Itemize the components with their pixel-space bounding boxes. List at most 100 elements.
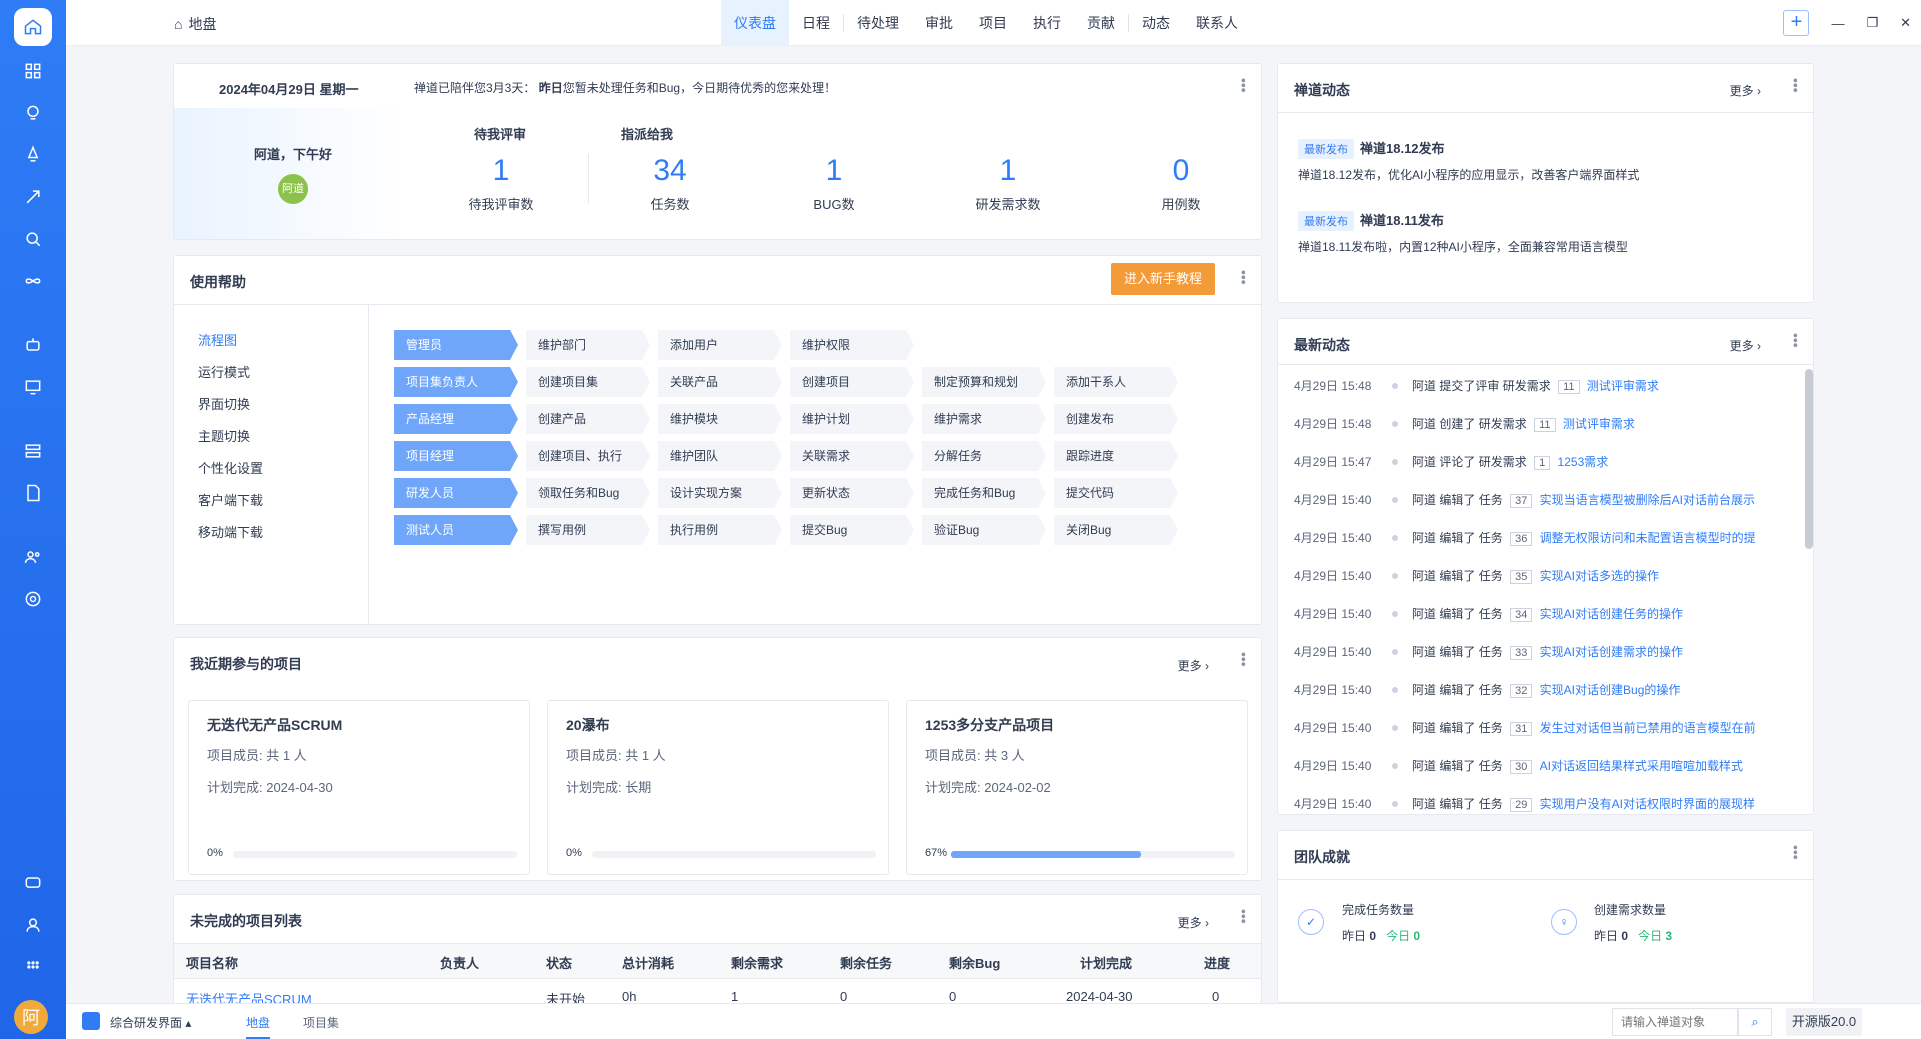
flow-step[interactable]: 制定预算和规划 (922, 367, 1046, 397)
project-card[interactable]: 1253多分支产品项目 项目成员: 共 3 人计划完成: 2024-02-02 67… (906, 700, 1248, 875)
add-button[interactable]: + (1783, 10, 1810, 36)
flow-step[interactable]: 创建项目、执行 (526, 441, 650, 471)
col-header[interactable]: 剩余任务 (840, 953, 892, 972)
col-header[interactable]: 项目名称 (186, 953, 238, 972)
user-icon[interactable] (14, 906, 52, 944)
flow-step[interactable]: 完成任务和Bug (922, 478, 1046, 508)
flow-step[interactable]: 提交代码 (1054, 478, 1178, 508)
users-icon[interactable] (14, 538, 52, 576)
dots-grid-icon[interactable] (14, 948, 52, 986)
flow-step[interactable]: 添加干系人 (1054, 367, 1178, 397)
infinity-icon[interactable] (14, 262, 52, 300)
more-menu-icon[interactable]: ••• (1236, 78, 1252, 93)
stat-tasks[interactable]: 34 任务数 (600, 154, 740, 213)
bulb-icon[interactable] (14, 94, 52, 132)
document-icon[interactable] (14, 474, 52, 512)
role-label[interactable]: 研发人员 (394, 478, 518, 508)
flow-step[interactable]: 关联需求 (790, 441, 914, 471)
stat-bugs[interactable]: 1 BUG数 (764, 154, 904, 213)
flow-step[interactable]: 执行用例 (658, 515, 782, 545)
app-switcher[interactable]: 综合研发界面 ▴ (110, 1014, 191, 1031)
search-bug-icon[interactable] (14, 220, 52, 258)
flow-step[interactable]: 维护需求 (922, 404, 1046, 434)
stat-review[interactable]: 1 待我评审数 (431, 154, 571, 213)
flow-step[interactable]: 创建产品 (526, 404, 650, 434)
stat-cases[interactable]: 0 用例数 (1111, 154, 1251, 213)
version-badge[interactable]: 开源版20.0 (1786, 1008, 1862, 1036)
tab-schedule[interactable]: 日程 (789, 0, 843, 46)
project-card[interactable]: 无迭代无产品SCRUM 项目成员: 共 1 人计划完成: 2024-04-30 0% (188, 700, 530, 875)
help-menu-item[interactable]: 个性化设置 (198, 458, 263, 477)
news-item[interactable]: 最新发布 禅道18.12发布 (1298, 138, 1445, 159)
tab-todo[interactable]: 待处理 (844, 0, 912, 46)
flow-step[interactable]: 创建项目 (790, 367, 914, 397)
dynamics-row[interactable]: 4月29日 15:47 阿道 评论了 研发需求 1 1253需求 (1294, 453, 1608, 470)
dynamics-row[interactable]: 4月29日 15:40 阿道 编辑了 任务 37 实现当语言模型被删除后AI对话前… (1294, 491, 1755, 508)
help-menu-item[interactable]: 主题切换 (198, 426, 250, 445)
sprint-icon[interactable] (14, 178, 52, 216)
dynamics-row[interactable]: 4月29日 15:40 阿道 编辑了 任务 34 实现AI对话创建任务的操作 (1294, 605, 1683, 622)
tab-execution[interactable]: 执行 (1020, 0, 1074, 46)
tab-approval[interactable]: 审批 (912, 0, 966, 46)
dynamics-row[interactable]: 4月29日 15:40 阿道 编辑了 任务 36 调整无权限访问和未配置语言模型时… (1294, 529, 1756, 546)
dynamics-row[interactable]: 4月29日 15:48 阿道 提交了评审 研发需求 11 测试评审需求 (1294, 377, 1659, 394)
status-tab[interactable]: 项目集 (303, 1014, 339, 1031)
apps-grid-icon[interactable] (14, 52, 52, 90)
col-header[interactable]: 计划完成 (1080, 953, 1132, 972)
tab-contacts[interactable]: 联系人 (1183, 0, 1251, 46)
col-header[interactable]: 剩余Bug (949, 953, 1000, 972)
robot-icon[interactable] (14, 326, 52, 364)
flow-step[interactable]: 提交Bug (790, 515, 914, 545)
col-header[interactable]: 剩余需求 (731, 953, 783, 972)
project-card[interactable]: 20瀑布 项目成员: 共 1 人计划完成: 长期 0% (547, 700, 889, 875)
dynamics-row[interactable]: 4月29日 15:40 阿道 编辑了 任务 30 AI对话返回结果样式采用喧喧加载… (1294, 757, 1743, 774)
flow-step[interactable]: 验证Bug (922, 515, 1046, 545)
search-icon[interactable]: ⌕ (1738, 1008, 1772, 1036)
role-label[interactable]: 产品经理 (394, 404, 518, 434)
tab-project[interactable]: 项目 (966, 0, 1020, 46)
home-icon[interactable] (14, 8, 52, 46)
board-icon[interactable] (14, 368, 52, 406)
flow-step[interactable]: 分解任务 (922, 441, 1046, 471)
flow-step[interactable]: 领取任务和Bug (526, 478, 650, 508)
role-label[interactable]: 管理员 (394, 330, 518, 360)
flow-step[interactable]: 关闭Bug (1054, 515, 1178, 545)
flow-step[interactable]: 维护模块 (658, 404, 782, 434)
col-header[interactable]: 状态 (546, 953, 572, 972)
help-more-icon[interactable]: ••• (1236, 270, 1252, 285)
tab-dynamics[interactable]: 动态 (1129, 0, 1183, 46)
flow-step[interactable]: 撰写用例 (526, 515, 650, 545)
projlist-more-link[interactable]: 更多 › (1178, 914, 1209, 931)
flow-step[interactable]: 更新状态 (790, 478, 914, 508)
dynamics-more-link[interactable]: 更多 › (1730, 337, 1761, 354)
dynamics-row[interactable]: 4月29日 15:40 阿道 编辑了 任务 29 实现用户没有AI对话权限时界面的… (1294, 795, 1755, 812)
role-label[interactable]: 测试人员 (394, 515, 518, 545)
col-header[interactable]: 进度 (1204, 953, 1230, 972)
role-label[interactable]: 项目经理 (394, 441, 518, 471)
news-more-link[interactable]: 更多 › (1730, 82, 1761, 99)
col-header[interactable]: 总计消耗 (622, 953, 674, 972)
flow-step[interactable]: 创建项目集 (526, 367, 650, 397)
dynamics-row[interactable]: 4月29日 15:40 阿道 编辑了 任务 32 实现AI对话创建Bug的操作 (1294, 681, 1680, 698)
chat-icon[interactable] (14, 864, 52, 902)
close-icon[interactable]: ✕ (1900, 15, 1911, 31)
breadcrumb[interactable]: ⌂ 地盘 (174, 14, 216, 34)
role-label[interactable]: 项目集负责人 (394, 367, 518, 397)
col-header[interactable]: 负责人 (440, 953, 479, 972)
news-item[interactable]: 最新发布 禅道18.11发布 (1298, 210, 1444, 231)
status-tab[interactable]: 地盘 (246, 1014, 271, 1039)
help-menu-item[interactable]: 流程图 (198, 330, 237, 349)
flow-step[interactable]: 创建发布 (1054, 404, 1178, 434)
flow-step[interactable]: 维护计划 (790, 404, 914, 434)
help-menu-item[interactable]: 界面切换 (198, 394, 250, 413)
help-menu-item[interactable]: 运行模式 (198, 362, 250, 381)
flow-step[interactable]: 维护权限 (790, 330, 914, 360)
news-more-icon[interactable]: ••• (1788, 78, 1804, 93)
avatar[interactable]: 阿 (14, 1000, 48, 1034)
rocket-icon[interactable] (14, 136, 52, 174)
help-menu-item[interactable]: 移动端下载 (198, 522, 263, 541)
team-more-icon[interactable]: ••• (1788, 845, 1804, 860)
flow-step[interactable]: 设计实现方案 (658, 478, 782, 508)
flow-step[interactable]: 添加用户 (658, 330, 782, 360)
search-input[interactable] (1612, 1008, 1738, 1036)
